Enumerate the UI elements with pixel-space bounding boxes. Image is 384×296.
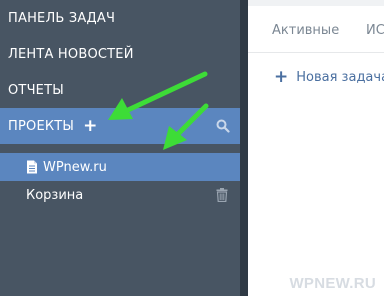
sidebar-item-label: ЛЕНТА НОВОСТЕЙ bbox=[8, 46, 134, 62]
sidebar-item-news-feed[interactable]: ЛЕНТА НОВОСТЕЙ bbox=[0, 36, 240, 72]
sidebar-item-label: ОТЧЕТЫ bbox=[8, 82, 64, 98]
search-icon[interactable] bbox=[216, 119, 230, 133]
sidebar: ПАНЕЛЬ ЗАДАЧ ЛЕНТА НОВОСТЕЙ ОТЧЕТЫ ПРОЕК… bbox=[0, 0, 240, 296]
tabs-bar: Активные ИС bbox=[248, 6, 384, 53]
sidebar-item-label: ПРОЕКТЫ bbox=[8, 118, 75, 134]
project-item-trash[interactable]: Корзина bbox=[0, 181, 240, 209]
document-icon bbox=[27, 160, 37, 174]
new-task-button[interactable]: + Новая задача bbox=[274, 69, 384, 86]
tab-other[interactable]: ИС bbox=[366, 23, 384, 38]
sidebar-divider bbox=[240, 0, 248, 296]
sidebar-item-label: ПАНЕЛЬ ЗАДАЧ bbox=[8, 10, 116, 26]
project-item-wpnew[interactable]: WPnew.ru bbox=[0, 153, 240, 181]
sidebar-item-projects[interactable]: ПРОЕКТЫ + bbox=[0, 108, 240, 144]
main-panel: Активные ИС + Новая задача bbox=[248, 0, 384, 296]
project-label: Корзина bbox=[26, 187, 84, 203]
plus-icon: + bbox=[274, 67, 289, 87]
sidebar-item-reports[interactable]: ОТЧЕТЫ bbox=[0, 72, 240, 108]
tab-active[interactable]: Активные bbox=[272, 23, 339, 38]
add-project-button[interactable]: + bbox=[83, 117, 97, 135]
watermark-logo: WPNEW.RU bbox=[289, 275, 376, 292]
trash-icon[interactable] bbox=[216, 188, 228, 202]
project-label: WPnew.ru bbox=[43, 159, 107, 175]
sidebar-item-task-panel[interactable]: ПАНЕЛЬ ЗАДАЧ bbox=[0, 0, 240, 36]
new-task-label: Новая задача bbox=[296, 70, 384, 85]
